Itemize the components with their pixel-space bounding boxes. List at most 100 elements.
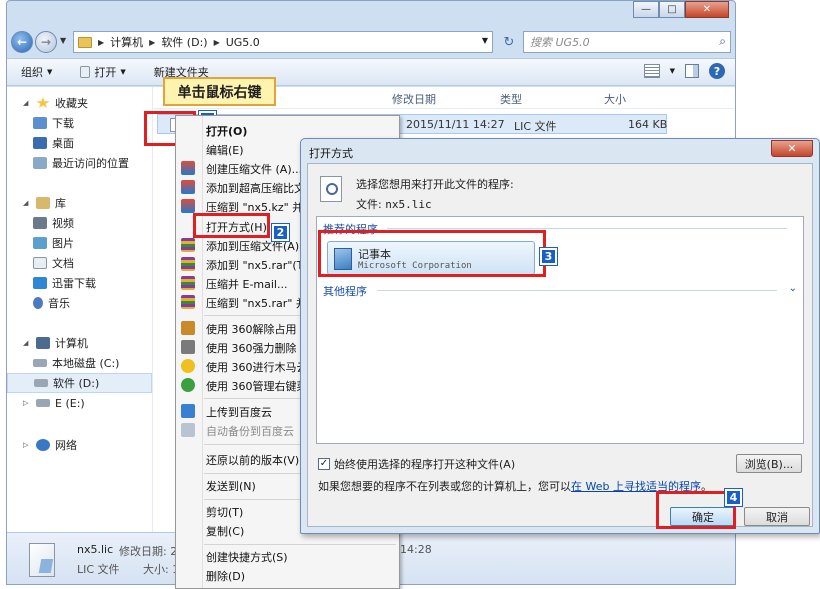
navigation-pane: ◢ 收藏夹 下载 桌面 最近访问的位置 ◢ 库 视频 图片 文档 迅雷下载 音乐…	[7, 87, 153, 532]
forward-button[interactable]: →	[35, 31, 57, 53]
star-icon	[36, 97, 50, 108]
file-icon	[80, 66, 91, 78]
refresh-icon[interactable]: ↻	[497, 31, 521, 53]
dialog-body: 选择您想用来打开此文件的程序: 文件: nx5.lic 推荐的程序 记事本 Mi…	[307, 163, 813, 527]
chevron-down-icon[interactable]: ⌄	[789, 283, 797, 294]
winrar-icon	[181, 257, 195, 271]
always-use-label: 始终使用选择的程序打开这种文件(A)	[334, 458, 516, 471]
shredder-icon	[181, 340, 195, 354]
chevron-down-icon: ▼	[120, 68, 126, 76]
command-toolbar: 组织 ▼ 打开 ▼ 新建文件夹 ▼ ?	[7, 58, 735, 86]
sidebar-item-xunlei[interactable]: 迅雷下载	[7, 273, 152, 293]
network-icon	[36, 439, 50, 451]
cloud-backup-icon	[181, 423, 195, 437]
file-label: 文件:	[356, 198, 382, 211]
chevron-down-icon: ▼	[47, 68, 53, 76]
breadcrumb-separator-icon[interactable]: ▶	[214, 38, 220, 47]
expand-icon[interactable]: ▷	[23, 399, 31, 407]
minimize-button[interactable]: —	[633, 1, 659, 18]
group-other[interactable]: 其他程序	[323, 283, 367, 299]
maximize-button[interactable]: □	[659, 1, 685, 18]
close-button[interactable]: ✕	[685, 1, 729, 18]
dialog-hint: 如果您想要的程序不在列表或您的计算机上，您可以在 Web 上寻找适当的程序。	[318, 480, 712, 493]
open-with-dialog: 打开方式 ✕ 选择您想用来打开此文件的程序: 文件: nx5.lic 推荐的程序…	[300, 138, 820, 534]
collapse-icon[interactable]: ◢	[23, 99, 31, 107]
breadcrumb-drive-d[interactable]: 软件 (D:)	[161, 34, 207, 50]
back-button[interactable]: ←	[11, 31, 33, 53]
breadcrumb-separator-icon[interactable]: ▶	[149, 38, 155, 47]
details-size: 大小: 1	[143, 563, 180, 576]
organize-button[interactable]: 组织 ▼	[7, 64, 66, 80]
sidebar-item-documents[interactable]: 文档	[7, 253, 152, 273]
sidebar-item-downloads[interactable]: 下载	[7, 113, 152, 133]
always-use-row[interactable]: ✓ 始终使用选择的程序打开这种文件(A)	[318, 456, 515, 472]
picture-icon	[33, 237, 47, 249]
column-size[interactable]: 大小	[604, 91, 626, 107]
breadcrumb-separator-icon[interactable]: ▶	[98, 38, 104, 47]
collapse-icon[interactable]: ◢	[23, 339, 31, 347]
sidebar-item-libraries[interactable]: ◢ 库	[7, 193, 152, 213]
unlock-icon	[181, 321, 195, 335]
breadcrumb-ug50[interactable]: UG5.0	[226, 36, 260, 49]
step-badge-4: 4	[724, 488, 743, 507]
menu-item-create-shortcut[interactable]: 创建快捷方式(S)	[176, 547, 399, 566]
details-filename: nx5.lic	[77, 543, 114, 556]
menu-item-delete[interactable]: 删除(D)	[176, 566, 399, 585]
sidebar-item-pictures[interactable]: 图片	[7, 233, 152, 253]
open-button[interactable]: 打开 ▼	[66, 64, 139, 80]
sidebar-item-desktop[interactable]: 桌面	[7, 133, 152, 153]
cancel-button[interactable]: 取消	[744, 507, 810, 526]
sidebar-item-recent[interactable]: 最近访问的位置	[7, 153, 152, 173]
group-divider	[377, 290, 777, 291]
details-time: 14:28	[400, 543, 432, 556]
video-icon	[33, 217, 47, 229]
sidebar-item-drive-c[interactable]: 本地磁盘 (C:)	[7, 353, 152, 373]
sidebar-item-network[interactable]: ▷ 网络	[7, 435, 152, 455]
search-file-icon	[320, 176, 342, 202]
desktop-icon	[33, 137, 47, 149]
group-divider	[387, 228, 787, 229]
history-dropdown-icon[interactable]: ▼	[60, 36, 66, 45]
sidebar-item-favorites[interactable]: ◢ 收藏夹	[7, 93, 152, 113]
drive-icon	[33, 359, 47, 367]
file-name: nx5.lic	[385, 198, 432, 211]
dialog-close-button[interactable]: ✕	[771, 140, 813, 157]
chevron-down-icon[interactable]: ▼	[670, 67, 675, 75]
step-badge-3: 3	[539, 247, 558, 266]
sidebar-item-computer[interactable]: ◢ 计算机	[7, 333, 152, 353]
details-type: LIC 文件	[77, 563, 120, 576]
browse-button[interactable]: 浏览(B)...	[736, 454, 802, 473]
toolbar-right: ▼ ?	[643, 63, 725, 79]
sidebar-item-drive-d[interactable]: 软件 (D:)	[7, 373, 152, 393]
column-modified[interactable]: 修改日期	[392, 91, 436, 107]
column-type[interactable]: 类型	[500, 91, 522, 107]
preview-pane-icon[interactable]	[685, 64, 699, 78]
help-icon[interactable]: ?	[709, 63, 725, 79]
lic-file-large-icon	[29, 543, 55, 577]
search-icon[interactable]: ⌕	[719, 34, 726, 49]
view-options-icon[interactable]	[643, 64, 660, 78]
file-size: 164 KB	[628, 118, 668, 131]
sidebar-item-music[interactable]: 音乐	[7, 293, 152, 313]
expand-icon[interactable]: ▷	[23, 441, 31, 449]
search-input[interactable]: 搜索 UG5.0 ⌕	[523, 31, 731, 53]
dialog-file-line: 文件: nx5.lic	[356, 196, 432, 212]
collapse-icon[interactable]: ◢	[23, 199, 31, 207]
highlight-open-with	[193, 213, 270, 238]
highlight-ok	[656, 491, 736, 529]
menu-separator	[204, 544, 396, 545]
xunlei-icon	[33, 277, 47, 289]
winrar-icon	[181, 295, 195, 309]
window-controls: — □ ✕	[633, 1, 729, 18]
file-modified: 2015/11/11 14:27	[406, 118, 505, 131]
sidebar-item-drive-e[interactable]: ▷ E (E:)	[7, 393, 152, 413]
always-use-checkbox[interactable]: ✓	[318, 458, 330, 470]
address-bar[interactable]: ▶ 计算机 ▶ 软件 (D:) ▶ UG5.0 ▼	[73, 31, 493, 53]
sidebar-item-videos[interactable]: 视频	[7, 213, 152, 233]
360-icon	[181, 359, 195, 373]
document-icon	[33, 257, 47, 269]
winrar-icon	[181, 276, 195, 290]
address-dropdown-icon[interactable]: ▼	[482, 36, 488, 45]
dialog-title: 打开方式	[309, 147, 353, 160]
breadcrumb-computer[interactable]: 计算机	[110, 34, 143, 50]
